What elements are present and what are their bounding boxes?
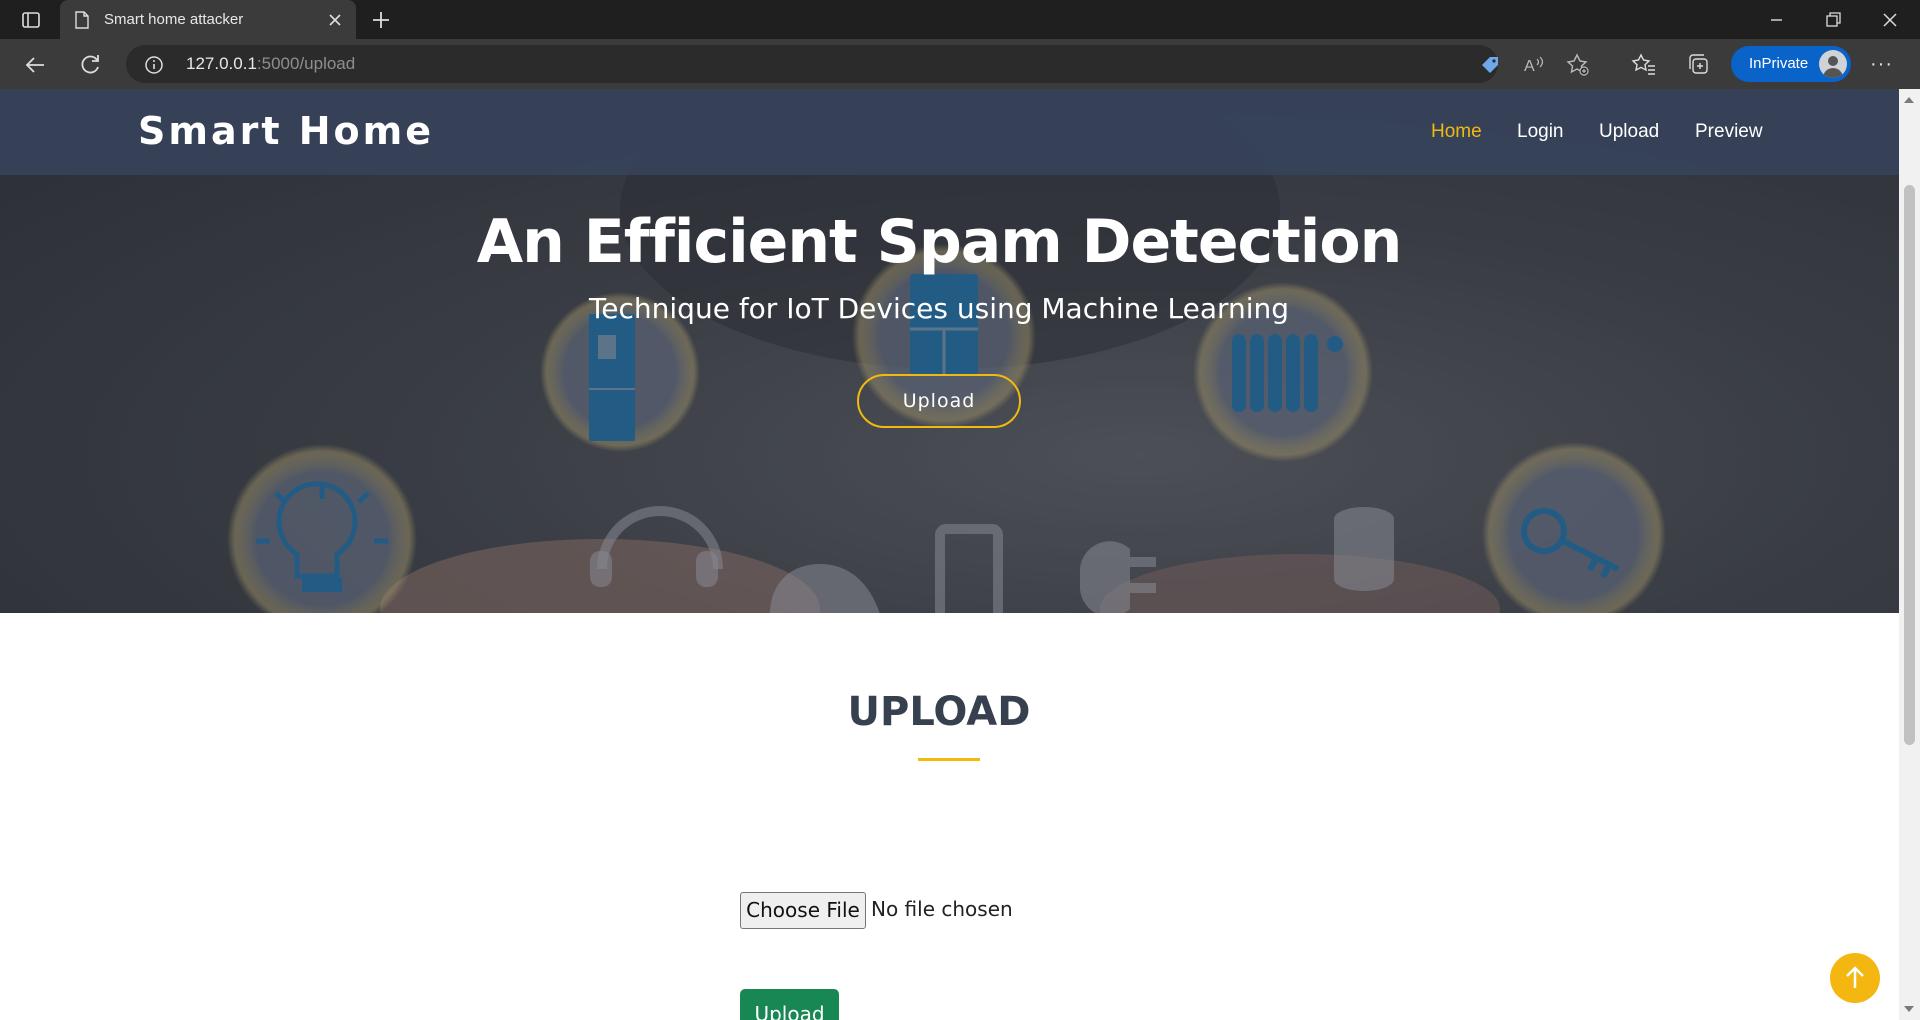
- nav-preview[interactable]: Preview: [1695, 121, 1763, 143]
- browser-toolbar: 127.0.0.1:5000/upload A InPrivate ···: [0, 39, 1920, 89]
- url-host: 127.0.0.1: [186, 54, 257, 73]
- more-icon[interactable]: ···: [1870, 53, 1893, 76]
- scroll-thumb[interactable]: [1904, 185, 1915, 745]
- hero-subtitle: Technique for IoT Devices using Machine …: [588, 292, 1290, 325]
- hero-title: An Efficient Spam Detection: [476, 207, 1403, 277]
- nav-login[interactable]: Login: [1517, 121, 1564, 143]
- info-icon[interactable]: [144, 55, 164, 80]
- arrow-up-icon: [1846, 966, 1864, 988]
- refresh-icon[interactable]: [75, 50, 105, 80]
- browser-tab[interactable]: Smart home attacker: [60, 0, 356, 39]
- page-viewport: Smart Home Home Login Upload Preview An …: [0, 89, 1899, 1020]
- page-scrollbar[interactable]: [1899, 89, 1920, 1020]
- avatar: [1819, 50, 1847, 78]
- collections-icon[interactable]: [1686, 51, 1712, 77]
- tab-actions-icon[interactable]: [14, 8, 48, 32]
- back-to-top-button[interactable]: [1830, 953, 1880, 1003]
- address-bar[interactable]: 127.0.0.1:5000/upload A: [126, 45, 1589, 83]
- url-text[interactable]: 127.0.0.1:5000/upload: [186, 54, 355, 74]
- add-favorite-icon[interactable]: [1566, 53, 1590, 77]
- site-header: Smart Home Home Login Upload Preview: [0, 89, 1899, 175]
- scroll-down-arrow[interactable]: [1904, 1006, 1914, 1012]
- favorites-icon[interactable]: [1631, 51, 1657, 77]
- choose-file-button[interactable]: Choose File: [740, 892, 866, 929]
- plus-icon[interactable]: [368, 7, 394, 33]
- minimize-icon[interactable]: [1756, 6, 1796, 34]
- inprivate-label: InPrivate: [1749, 55, 1809, 72]
- window-close-icon[interactable]: [1870, 6, 1910, 34]
- upload-submit-button[interactable]: Upload: [740, 989, 839, 1020]
- restore-icon[interactable]: [1813, 6, 1853, 34]
- file-status-text: No file chosen: [871, 897, 1013, 921]
- page-icon: [74, 11, 90, 34]
- browser-tab-bar: Smart home attacker: [0, 0, 1920, 39]
- back-icon[interactable]: [20, 50, 50, 80]
- upload-section-title: UPLOAD: [847, 689, 1031, 735]
- site-logo[interactable]: Smart Home: [138, 109, 434, 153]
- tag-icon[interactable]: [1478, 53, 1502, 77]
- tab-title: Smart home attacker: [104, 11, 244, 28]
- nav-home[interactable]: Home: [1431, 121, 1482, 143]
- hero-upload-button[interactable]: Upload: [857, 374, 1021, 428]
- title-underline: [918, 758, 980, 761]
- nav-upload[interactable]: Upload: [1599, 121, 1659, 143]
- svg-text:A: A: [1524, 58, 1535, 75]
- close-icon[interactable]: [324, 9, 346, 31]
- url-path: :5000/upload: [256, 54, 356, 73]
- hero-section: Smart Home Home Login Upload Preview An …: [0, 89, 1899, 613]
- read-aloud-icon[interactable]: A: [1522, 53, 1546, 77]
- scroll-up-arrow[interactable]: [1904, 97, 1914, 103]
- inprivate-badge[interactable]: InPrivate: [1731, 46, 1851, 82]
